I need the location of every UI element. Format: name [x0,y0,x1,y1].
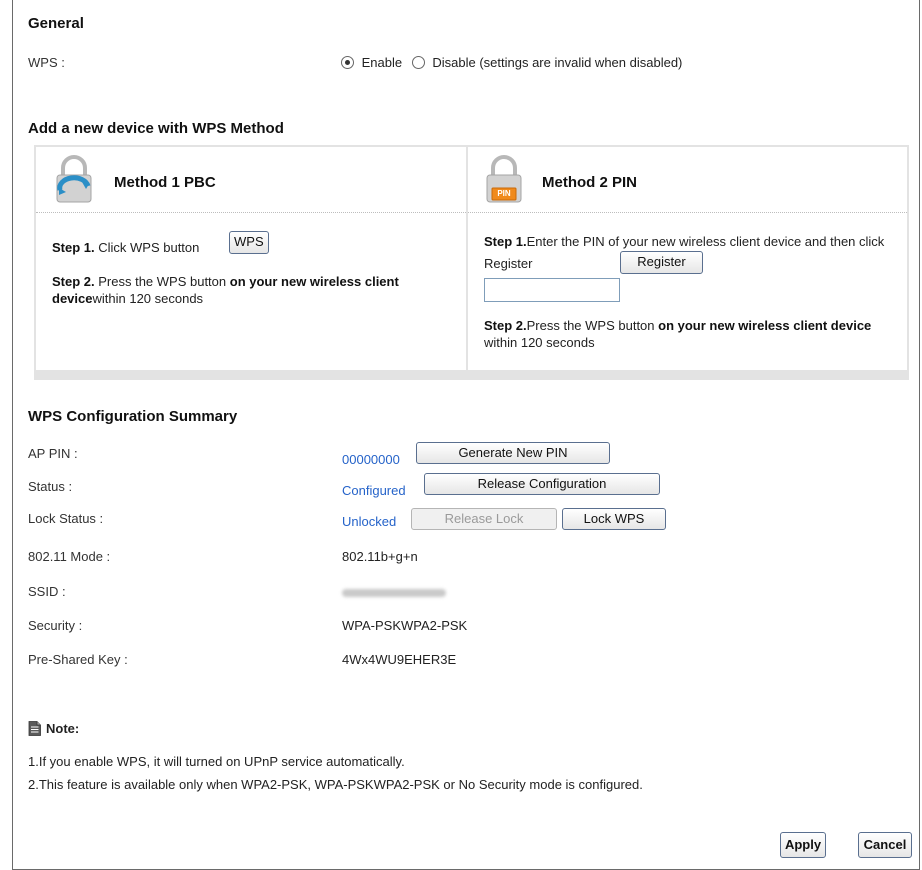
ap-pin-value: 00000000 [342,452,400,467]
method2-step2-text: Press the WPS button [526,318,659,333]
security-value: WPA-PSKWPA2-PSK [342,618,468,633]
method2-pin-icon-label: PIN [497,189,511,198]
ssid-value-blurred [342,589,446,597]
method1-step2-text: Press the WPS button [94,274,230,289]
psk-label: Pre-Shared Key : [28,652,128,667]
release-configuration-button[interactable]: Release Configuration [424,473,660,495]
general-section-title: General [28,15,84,32]
method2-panel: PIN Method 2 PIN Step 1.Enter the PIN of… [468,147,907,370]
method1-step1-text: Click WPS button [94,240,200,255]
register-button[interactable]: Register [620,251,703,274]
mode-label: 802.11 Mode : [28,549,111,564]
method1-lock-icon [54,154,94,204]
security-label: Security : [28,618,83,633]
method2-header: PIN Method 2 PIN [468,147,907,213]
note-document-icon [28,721,41,736]
mode-value: 802.11b+g+n [342,549,418,564]
generate-new-pin-button[interactable]: Generate New PIN [416,442,610,464]
psk-value: 4Wx4WU9EHER3E [342,652,457,667]
wps-disable-radio[interactable] [411,56,425,69]
note-line-1: 1.If you enable WPS, it will turned on U… [28,754,405,769]
method1-step2-suffix: within 120 seconds [92,291,204,306]
method2-title: Method 2 PIN [542,174,638,191]
add-device-section-title: Add a new device with WPS Method [28,120,284,137]
lock-status-label: Lock Status : [28,511,104,526]
method1-panel: Method 1 PBC Step 1. Click WPS button WP… [36,147,466,370]
method2-step1-prefix: Step 1. [484,234,527,249]
method2-pin-lock-icon: PIN [484,154,524,204]
method1-step1: Step 1. Click WPS button [52,239,199,256]
wps-enable-radio[interactable] [341,56,354,69]
method1-step2: Step 2. Press the WPS button on your new… [52,273,432,307]
note-line-2: 2.This feature is available only when WP… [28,777,643,792]
lock-status-value: Unlocked [342,514,397,529]
wps-label: WPS : [28,55,65,70]
wps-disable-label[interactable]: Disable (settings are invalid when disab… [432,55,682,70]
pin-input[interactable] [484,278,620,302]
method2-step2-prefix: Step 2. [484,318,527,333]
wps-methods-box: Method 1 PBC Step 1. Click WPS button WP… [34,145,909,380]
method2-step2: Step 2.Press the WPS button on your new … [484,317,904,351]
summary-section-title: WPS Configuration Summary [28,408,238,425]
method1-title: Method 1 PBC [114,174,216,191]
method1-step1-prefix: Step 1. [52,240,95,255]
ap-pin-label: AP PIN : [28,446,78,461]
note-title: Note: [46,721,80,736]
wps-enable-label[interactable]: Enable [362,55,402,70]
status-label: Status : [28,479,73,494]
release-lock-button[interactable]: Release Lock [411,508,557,530]
apply-button[interactable]: Apply [780,832,826,858]
method2-step2-suffix: within 120 seconds [484,335,595,350]
method1-header: Method 1 PBC [36,147,466,213]
method1-step2-prefix: Step 2. [52,274,95,289]
wps-radio-group: Enable Disable (settings are invalid whe… [341,55,682,70]
cancel-button[interactable]: Cancel [858,832,912,858]
lock-wps-button[interactable]: Lock WPS [562,508,666,530]
status-value: Configured [342,483,406,498]
wps-push-button[interactable]: WPS [229,231,269,254]
method2-step2-bold: on your new wireless client device [658,318,872,333]
ssid-label: SSID : [28,584,66,599]
